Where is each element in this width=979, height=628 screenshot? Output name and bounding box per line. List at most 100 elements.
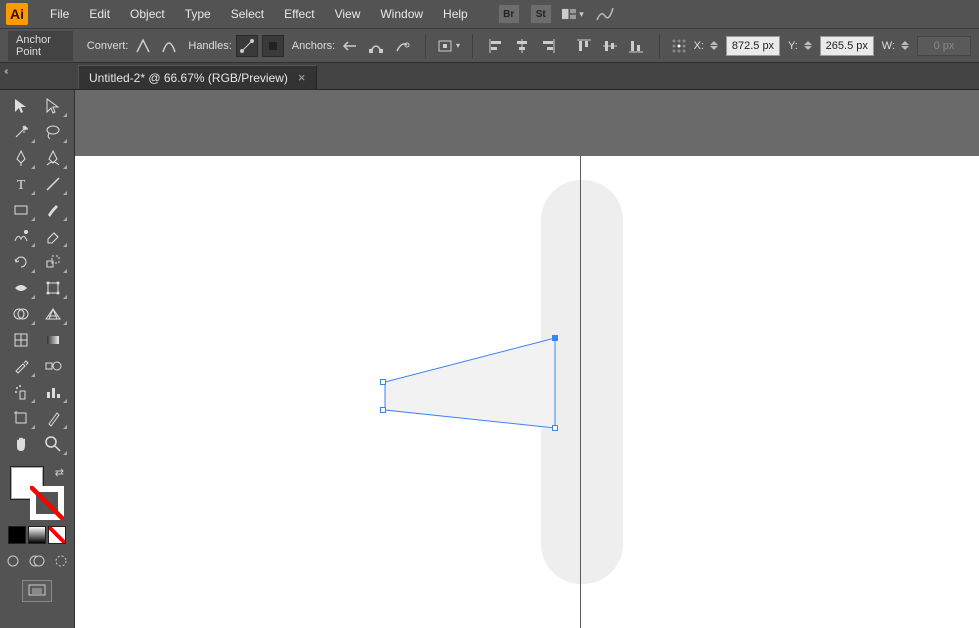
handles-label: Handles: bbox=[188, 40, 231, 52]
tool-grid: T bbox=[6, 94, 68, 456]
draw-behind-button[interactable] bbox=[26, 550, 48, 572]
stroke-swatch[interactable] bbox=[30, 486, 64, 520]
x-input[interactable]: 872.5 px bbox=[726, 36, 780, 56]
svg-text:T: T bbox=[17, 178, 26, 193]
convert-corner-button[interactable] bbox=[132, 35, 154, 57]
arrange-documents-button[interactable]: ▾ bbox=[562, 5, 584, 23]
column-graph-tool[interactable] bbox=[38, 380, 68, 404]
anchor-point-tr[interactable] bbox=[552, 335, 558, 341]
mesh-tool[interactable] bbox=[6, 328, 36, 352]
workarea: T ⇄ bbox=[0, 90, 979, 628]
artboard-tool[interactable] bbox=[6, 406, 36, 430]
anchors-label: Anchors: bbox=[292, 40, 335, 52]
vertical-guide[interactable] bbox=[580, 156, 581, 628]
scale-tool[interactable] bbox=[38, 250, 68, 274]
menu-object[interactable]: Object bbox=[120, 3, 175, 25]
rectangle-tool[interactable] bbox=[6, 198, 36, 222]
zoom-tool[interactable] bbox=[38, 432, 68, 456]
y-label: Y: bbox=[788, 40, 798, 52]
convert-smooth-button[interactable] bbox=[158, 35, 180, 57]
color-mode-row bbox=[8, 526, 66, 544]
width-tool[interactable] bbox=[6, 276, 36, 300]
magic-wand-tool[interactable] bbox=[6, 120, 36, 144]
align-bottom-button[interactable] bbox=[625, 35, 647, 57]
w-coord-group: W: 0 px bbox=[882, 36, 971, 56]
isolate-button[interactable]: ▾ bbox=[438, 35, 460, 57]
x-coord-group: X: 872.5 px bbox=[694, 36, 780, 56]
gpu-preview-button[interactable] bbox=[594, 3, 616, 25]
line-tool[interactable] bbox=[38, 172, 68, 196]
stock-button[interactable]: St bbox=[530, 4, 552, 24]
artboard[interactable] bbox=[75, 156, 979, 628]
w-input: 0 px bbox=[917, 36, 971, 56]
remove-anchor-button[interactable] bbox=[339, 35, 361, 57]
toolbox: T ⇄ bbox=[0, 90, 75, 628]
x-stepper[interactable] bbox=[710, 36, 722, 56]
eyedropper-tool[interactable] bbox=[6, 354, 36, 378]
color-chip-none[interactable] bbox=[48, 526, 66, 544]
shape-builder-tool[interactable] bbox=[6, 302, 36, 326]
swap-fill-stroke-icon[interactable]: ⇄ bbox=[55, 466, 64, 479]
menu-edit[interactable]: Edit bbox=[79, 3, 120, 25]
menu-window[interactable]: Window bbox=[370, 3, 433, 25]
shaper-tool[interactable] bbox=[6, 224, 36, 248]
free-transform-tool[interactable] bbox=[38, 276, 68, 300]
y-stepper[interactable] bbox=[804, 36, 816, 56]
gradient-tool[interactable] bbox=[38, 328, 68, 352]
slice-tool[interactable] bbox=[38, 406, 68, 430]
align-right-button[interactable] bbox=[537, 35, 559, 57]
lasso-tool[interactable] bbox=[38, 120, 68, 144]
anchor-point-bl[interactable] bbox=[380, 407, 386, 413]
blend-tool[interactable] bbox=[38, 354, 68, 378]
draw-mode-row bbox=[2, 550, 72, 572]
hide-handles-button[interactable] bbox=[262, 35, 284, 57]
convert-label: Convert: bbox=[87, 40, 129, 52]
draw-normal-button[interactable] bbox=[2, 550, 24, 572]
perspective-grid-tool[interactable] bbox=[38, 302, 68, 326]
show-handles-button[interactable] bbox=[236, 35, 258, 57]
curvature-tool[interactable] bbox=[38, 146, 68, 170]
document-tabstrip: Untitled-2* @ 66.67% (RGB/Preview) × bbox=[0, 63, 979, 90]
panel-collapse-handle[interactable]: ‹‹ bbox=[4, 66, 7, 77]
direct-selection-tool[interactable] bbox=[38, 94, 68, 118]
selected-path[interactable] bbox=[383, 336, 558, 434]
anchor-point-br[interactable] bbox=[552, 425, 558, 431]
selection-tool[interactable] bbox=[6, 94, 36, 118]
hand-tool[interactable] bbox=[6, 432, 36, 456]
menu-help[interactable]: Help bbox=[433, 3, 478, 25]
screen-mode-button[interactable] bbox=[22, 580, 52, 602]
align-top-button[interactable] bbox=[573, 35, 595, 57]
connect-anchor-button[interactable] bbox=[365, 35, 387, 57]
document-tab-title: Untitled-2* @ 66.67% (RGB/Preview) bbox=[89, 71, 288, 85]
align-hcenter-button[interactable] bbox=[511, 35, 533, 57]
document-tab[interactable]: Untitled-2* @ 66.67% (RGB/Preview) × bbox=[78, 65, 317, 89]
rotate-tool[interactable] bbox=[6, 250, 36, 274]
fill-stroke-swatch[interactable]: ⇄ bbox=[10, 466, 64, 520]
document-tab-close-button[interactable]: × bbox=[298, 70, 306, 85]
anchor-point-tl[interactable] bbox=[380, 379, 386, 385]
cut-anchor-button[interactable] bbox=[391, 35, 413, 57]
color-chip-solid[interactable] bbox=[8, 526, 26, 544]
menu-select[interactable]: Select bbox=[221, 3, 274, 25]
canvas[interactable] bbox=[75, 90, 979, 628]
paintbrush-tool[interactable] bbox=[38, 198, 68, 222]
type-tool[interactable]: T bbox=[6, 172, 36, 196]
convert-group: Convert: bbox=[87, 35, 181, 57]
w-stepper[interactable] bbox=[901, 36, 913, 56]
menu-type[interactable]: Type bbox=[175, 3, 221, 25]
menu-effect[interactable]: Effect bbox=[274, 3, 324, 25]
eraser-tool[interactable] bbox=[38, 224, 68, 248]
draw-inside-button[interactable] bbox=[50, 550, 72, 572]
y-input[interactable]: 265.5 px bbox=[820, 36, 874, 56]
pen-tool[interactable] bbox=[6, 146, 36, 170]
color-chip-gradient[interactable] bbox=[28, 526, 46, 544]
align-vcenter-button[interactable] bbox=[599, 35, 621, 57]
bridge-button[interactable]: Br bbox=[498, 4, 520, 24]
align-left-button[interactable] bbox=[485, 35, 507, 57]
menu-view[interactable]: View bbox=[325, 3, 371, 25]
reference-point-icon[interactable] bbox=[672, 35, 686, 57]
y-coord-group: Y: 265.5 px bbox=[788, 36, 874, 56]
symbol-sprayer-tool[interactable] bbox=[6, 380, 36, 404]
menu-file[interactable]: File bbox=[40, 3, 79, 25]
selection-mode-label: Anchor Point bbox=[8, 31, 73, 61]
